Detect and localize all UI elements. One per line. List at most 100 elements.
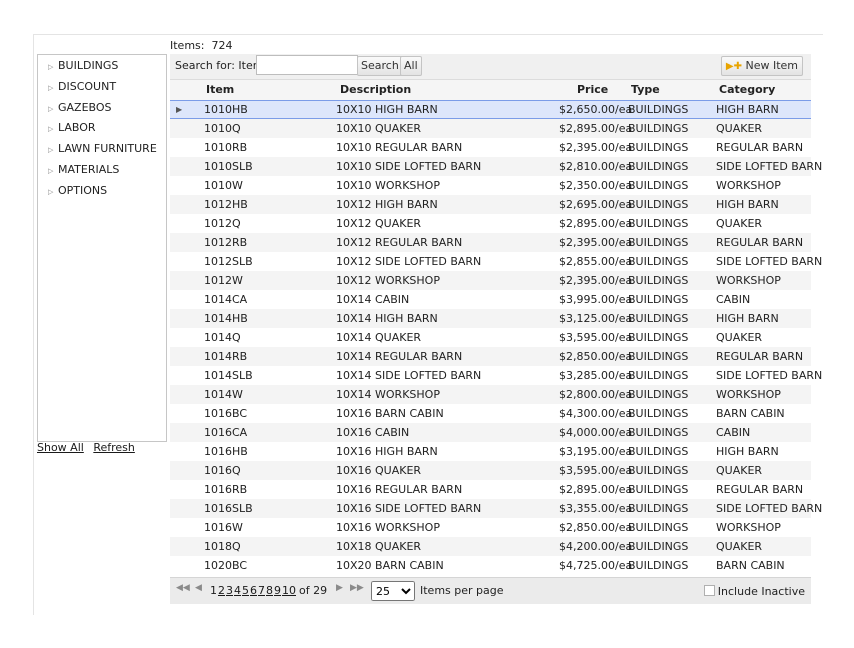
show-all-link[interactable]: Show All [37,441,84,454]
item-cell: 1012Q [204,217,241,230]
column-header-type[interactable]: Type [631,83,660,96]
category-cell: CABIN [716,426,751,439]
items-per-page-select[interactable]: 25 [371,581,415,601]
table-row[interactable]: 1016CA 10X16 CABIN $4,000.00/ea BUILDINGS CA… [170,423,811,442]
price-cell: $3,595.00/ea [559,331,633,344]
type-cell: BUILDINGS [628,426,689,439]
type-cell: BUILDINGS [628,198,689,211]
page-link[interactable]: 3 [226,584,233,597]
first-page-icon[interactable]: ◀◀ [176,583,190,593]
item-cell: 1010Q [204,122,241,135]
category-cell: WORKSHOP [716,274,781,287]
category-item[interactable]: ▷ BUILDINGS [48,56,118,76]
category-item[interactable]: ▷ LABOR [48,118,96,138]
type-cell: BUILDINGS [628,255,689,268]
type-cell: BUILDINGS [628,103,689,116]
table-row[interactable]: 1012Q 10X12 QUAKER $2,895.00/ea BUILDINGS QU… [170,214,811,233]
table-row[interactable]: 1010SLB 10X10 SIDE LOFTED BARN $2,810.00/e… [170,157,822,176]
table-row[interactable]: 1014RB 10X14 REGULAR BARN $2,850.00/ea BUIL… [170,347,811,366]
table-row[interactable]: 1014Q 10X14 QUAKER $3,595.00/ea BUILDINGS QU… [170,328,811,347]
search-input[interactable] [256,55,358,75]
table-row[interactable]: 1020BC 10X20 BARN CABIN $4,725.00/ea BUILDI… [170,556,811,575]
category-item[interactable]: ▷ MATERIALS [48,160,119,180]
category-cell: REGULAR BARN [716,350,804,363]
table-row[interactable]: 1010W 10X10 WORKSHOP $2,350.00/ea BUILDINGS… [170,176,811,195]
table-row[interactable]: 1018Q 10X18 QUAKER $4,200.00/ea BUILDINGS QU… [170,537,811,556]
column-header-item[interactable]: Item [206,83,234,96]
category-item[interactable]: ▷ DISCOUNT [48,77,116,97]
item-cell: 1016Q [204,464,241,477]
table-row[interactable]: 1012RB 10X12 REGULAR BARN $2,395.00/ea BUIL… [170,233,811,252]
next-page-icon[interactable]: ▶ [336,583,343,593]
table-row[interactable]: 1016SLB 10X16 SIDE LOFTED BARN $3,355.00/e… [170,499,822,518]
type-cell: BUILDINGS [628,141,689,154]
page-link[interactable]: 8 [266,584,273,597]
category-item[interactable]: ▷ LAWN FURNITURE [48,139,157,159]
search-button[interactable]: Search [357,56,403,76]
expand-icon: ▷ [48,104,54,113]
table-row[interactable]: 1016W 10X16 WORKSHOP $2,850.00/ea BUILDINGS… [170,518,811,537]
category-item[interactable]: ▷ OPTIONS [48,181,107,201]
table-row[interactable]: 1012SLB 10X12 SIDE LOFTED BARN $2,855.00/e… [170,252,822,271]
table-row[interactable]: 1016HB 10X16 HIGH BARN $3,195.00/ea BUILDIN… [170,442,811,461]
table-row[interactable]: 1016BC 10X16 BARN CABIN $4,300.00/ea BUILDI… [170,404,811,423]
item-cell: 1012HB [204,198,248,211]
type-cell: BUILDINGS [628,521,689,534]
page-link[interactable]: 9 [274,584,281,597]
item-cell: 1012SLB [204,255,253,268]
item-cell: 1014Q [204,331,241,344]
description-cell: 10X16 HIGH BARN [336,445,438,458]
refresh-link[interactable]: Refresh [93,441,135,454]
type-cell: BUILDINGS [628,350,689,363]
page-link[interactable]: 6 [250,584,257,597]
all-button[interactable]: All [400,56,422,76]
search-label: Search for: Item: [175,59,268,72]
type-cell: BUILDINGS [628,293,689,306]
type-cell: BUILDINGS [628,483,689,496]
table-row[interactable]: 1014W 10X14 WORKSHOP $2,800.00/ea BUILDINGS… [170,385,811,404]
new-item-button[interactable]: ▶✚ New Item [720,56,803,76]
type-cell: BUILDINGS [628,540,689,553]
table-row[interactable]: 1014SLB 10X14 SIDE LOFTED BARN $3,285.00/e… [170,366,822,385]
expand-icon: ▷ [48,167,54,175]
table-row[interactable]: 1012HB 10X12 HIGH BARN $2,695.00/ea BUILDIN… [170,195,811,214]
include-inactive[interactable]: Include Inactive [703,585,805,598]
table-row[interactable]: 1014CA 10X14 CABIN $3,995.00/ea BUILDINGS CA… [170,290,811,309]
pager: ◀◀ ◀ 12345678910 of 29 ▶ ▶▶ 25 Items per … [170,577,811,604]
page-link[interactable]: 1 [210,584,217,597]
column-header-category[interactable]: Category [719,83,775,96]
column-header-price[interactable]: Price [577,83,608,96]
category-cell: QUAKER [716,540,763,553]
item-cell: 1018Q [204,540,241,553]
type-cell: BUILDINGS [628,369,689,382]
description-cell: 10X16 QUAKER [336,464,422,477]
table-row[interactable]: 1012W 10X12 WORKSHOP $2,395.00/ea BUILDINGS… [170,271,811,290]
type-cell: BUILDINGS [628,274,689,287]
description-cell: 10X12 SIDE LOFTED BARN [336,255,482,268]
table-row[interactable]: 1014HB 10X14 HIGH BARN $3,125.00/ea BUILDIN… [170,309,811,328]
category-label: LABOR [58,121,96,135]
item-cell: 1016SLB [204,502,253,515]
price-cell: $2,895.00/ea [559,483,633,496]
table-row[interactable]: 1010Q 10X10 QUAKER $2,895.00/ea BUILDINGS QU… [170,119,811,138]
column-header-description[interactable]: Description [340,83,411,96]
page-link[interactable]: 10 [282,584,296,597]
table-row[interactable]: 1010RB 10X10 REGULAR BARN $2,395.00/ea BUIL… [170,138,811,157]
category-cell: HIGH BARN [716,312,779,325]
price-cell: $3,995.00/ea [559,293,633,306]
page-link[interactable]: 7 [258,584,265,597]
table-row[interactable]: ▶ 1010HB 10X10 HIGH BARN $2,650.00/ea BUILDI… [170,100,811,119]
prev-page-icon[interactable]: ◀ [195,583,202,593]
last-page-icon[interactable]: ▶▶ [350,583,364,593]
category-sidebar: ▷ BUILDINGS ▷ DISCOUNT ▷ GAZEBOS ▷ LABOR ▷ LAWN F… [37,54,167,442]
page-link[interactable]: 2 [218,584,225,597]
page-link[interactable]: 5 [242,584,249,597]
include-inactive-checkbox[interactable] [703,585,715,596]
description-cell: 10X12 HIGH BARN [336,198,438,211]
price-cell: $2,650.00/ea [559,103,633,116]
category-item[interactable]: ▷ GAZEBOS [48,98,112,118]
page-link[interactable]: 4 [234,584,241,597]
table-row[interactable]: 1016RB 10X16 REGULAR BARN $2,895.00/ea BUIL… [170,480,811,499]
category-cell: SIDE LOFTED BARN [716,502,823,515]
table-row[interactable]: 1016Q 10X16 QUAKER $3,595.00/ea BUILDINGS QU… [170,461,811,480]
